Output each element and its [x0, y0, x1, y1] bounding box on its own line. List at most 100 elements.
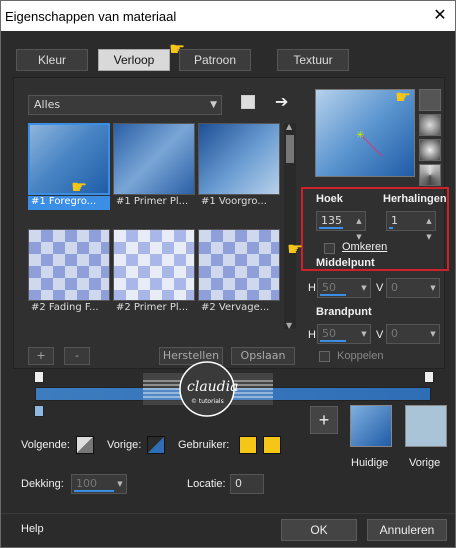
- gradient-item-4[interactable]: #2 Fading F...: [28, 229, 110, 315]
- volgende-label: Volgende:: [21, 439, 70, 451]
- chevron-down-icon[interactable]: ▼: [428, 326, 438, 342]
- help-link[interactable]: Help: [21, 523, 44, 535]
- close-icon[interactable]: ✕: [431, 7, 449, 25]
- gebruiker-label: Gebruiker:: [178, 439, 230, 451]
- svg-text:✳: ✳: [356, 130, 364, 141]
- vorige-swatch-label: Vorige: [409, 457, 441, 469]
- tab-patroon[interactable]: Patroon: [179, 49, 251, 71]
- brandpunt-h-label: H: [308, 329, 316, 341]
- dekking-value: 100: [76, 477, 97, 490]
- color-stop-left[interactable]: [34, 405, 44, 417]
- middelpunt-h-stepper[interactable]: 50 ▼: [317, 278, 371, 298]
- brandpunt-v-stepper[interactable]: 0 ▼: [386, 324, 440, 344]
- add-stop-button[interactable]: +: [310, 406, 338, 434]
- watermark-logo: claudia © tutorials: [143, 357, 273, 427]
- brandpunt-v-label: V: [376, 329, 384, 341]
- dekking-label: Dekking:: [21, 478, 64, 490]
- gradient-item-label: #2 Vervage...: [201, 302, 270, 313]
- gradient-item-3[interactable]: #1 Voorgro...: [198, 123, 280, 209]
- chevron-down-icon[interactable]: ▼: [359, 280, 369, 296]
- brandpunt-h-stepper[interactable]: 50 ▼: [317, 324, 371, 344]
- opacity-stop-left[interactable]: [34, 371, 44, 383]
- chevron-down-icon[interactable]: ▼: [286, 321, 292, 330]
- middelpunt-v-label: V: [376, 282, 384, 294]
- library-list-icon[interactable]: [241, 95, 255, 109]
- hoek-stepper[interactable]: 135 ▲ ▼: [316, 211, 366, 241]
- next-color-swatch[interactable]: [76, 436, 94, 454]
- material-properties-dialog: Eigenschappen van materiaal ✕ Kleur Verl…: [0, 0, 456, 548]
- gradient-item-label: #1 Primer Pl...: [116, 196, 189, 207]
- middelpunt-h-value: 50: [322, 281, 336, 294]
- category-value: Alles: [34, 98, 61, 111]
- tab-kleur[interactable]: Kleur: [16, 49, 88, 71]
- value-bar: [320, 340, 346, 342]
- previous-gradient-swatch[interactable]: [405, 405, 447, 447]
- brandpunt-label: Brandpunt: [316, 306, 372, 318]
- gradient-swatch: [198, 123, 280, 195]
- chevron-down-icon: ▼: [210, 100, 217, 110]
- pointer-hand-icon: ☛: [169, 39, 186, 60]
- current-gradient-swatch[interactable]: [350, 405, 392, 447]
- herhalingen-value: 1: [391, 214, 398, 227]
- locatie-label: Locatie:: [187, 478, 226, 490]
- value-bar: [320, 294, 346, 296]
- spin-arrows-icon[interactable]: ▲ ▼: [354, 213, 364, 241]
- library-scrollbar[interactable]: ▲ ▼: [284, 122, 296, 330]
- locatie-field[interactable]: 0: [230, 474, 264, 494]
- value-bar: [74, 490, 114, 492]
- middelpunt-label: Middelpunt: [316, 257, 375, 269]
- koppelen-label: Koppelen: [337, 350, 384, 362]
- linear-style-icon[interactable]: [419, 89, 441, 111]
- chevron-down-icon[interactable]: ▼: [115, 476, 125, 492]
- ok-button[interactable]: OK: [281, 519, 357, 541]
- chevron-down-icon[interactable]: ▼: [428, 280, 438, 296]
- user-color-swatch-2[interactable]: [263, 436, 281, 454]
- pointer-hand-icon: ☛: [395, 87, 412, 108]
- gradient-swatch: [113, 229, 195, 301]
- watermark-subtext: © tutorials: [191, 398, 224, 405]
- spin-arrows-icon[interactable]: ▲ ▼: [424, 213, 434, 241]
- middelpunt-h-label: H: [308, 282, 316, 294]
- pointer-hand-icon: ☛: [71, 177, 88, 198]
- previous-color-swatch[interactable]: [147, 436, 165, 454]
- rectangular-style-icon[interactable]: [419, 114, 441, 136]
- tab-textuur[interactable]: Textuur: [277, 49, 349, 71]
- opacity-stop-right[interactable]: [424, 371, 434, 383]
- category-dropdown[interactable]: Alles ▼: [28, 95, 222, 115]
- value-bar: [389, 227, 393, 229]
- middelpunt-v-stepper[interactable]: 0 ▼: [386, 278, 440, 298]
- gradient-swatch: [198, 229, 280, 301]
- dialog-footer: Help OK Annuleren: [1, 513, 455, 547]
- herhalingen-stepper[interactable]: 1 ▲ ▼: [386, 211, 436, 241]
- add-gradient-button[interactable]: +: [28, 347, 54, 365]
- omkeren-label: Omkeren: [342, 241, 388, 253]
- scrollbar-thumb[interactable]: [286, 135, 294, 163]
- herhalingen-label: Herhalingen: [383, 193, 447, 205]
- gradient-swatch: [113, 123, 195, 195]
- gradient-item-5[interactable]: #2 Primer Pl...: [113, 229, 195, 315]
- remove-gradient-button[interactable]: -: [64, 347, 90, 365]
- chevron-up-icon[interactable]: ▲: [286, 122, 292, 131]
- pointer-hand-icon: ☛: [287, 239, 304, 260]
- gradient-item-6[interactable]: #2 Vervage...: [198, 229, 280, 315]
- gradient-item-2[interactable]: #1 Primer Pl...: [113, 123, 195, 209]
- user-color-swatch[interactable]: [239, 436, 257, 454]
- omkeren-checkbox[interactable]: [324, 243, 335, 254]
- brandpunt-v-value: 0: [391, 327, 398, 340]
- radial-style-icon[interactable]: [419, 164, 441, 186]
- gradient-item-1[interactable]: #1 Foregro...: [28, 123, 110, 210]
- dekking-stepper[interactable]: 100 ▼: [71, 474, 127, 494]
- koppelen-checkbox[interactable]: [319, 351, 330, 362]
- title-bar: Eigenschappen van materiaal ✕: [1, 1, 455, 31]
- brandpunt-h-value: 50: [322, 327, 336, 340]
- cancel-button[interactable]: Annuleren: [367, 519, 447, 541]
- hoek-value: 135: [321, 214, 342, 227]
- sunburst-style-icon[interactable]: [419, 139, 441, 161]
- vorige-label: Vorige:: [107, 439, 142, 451]
- tab-verloop[interactable]: Verloop: [98, 49, 170, 71]
- middelpunt-v-value: 0: [391, 281, 398, 294]
- chevron-down-icon[interactable]: ▼: [359, 326, 369, 342]
- locatie-value: 0: [235, 477, 242, 490]
- arrow-right-icon[interactable]: ➔: [275, 92, 288, 111]
- watermark-text: claudia: [187, 379, 239, 395]
